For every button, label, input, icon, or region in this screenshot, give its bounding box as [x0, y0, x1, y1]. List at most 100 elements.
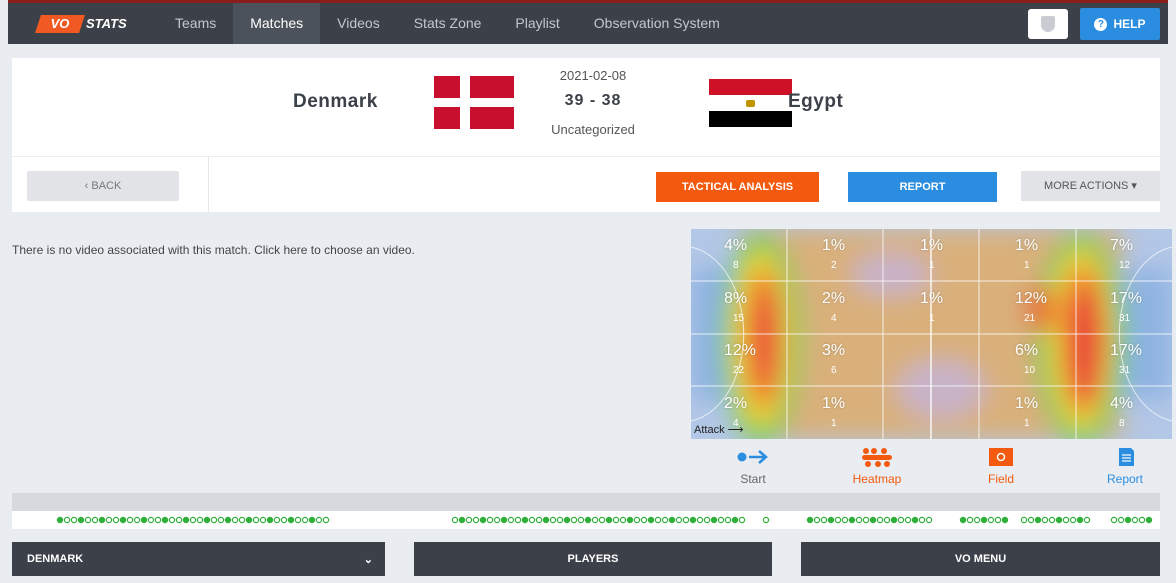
timeline-event-dot[interactable] — [738, 516, 746, 524]
timeline-event-dot[interactable] — [1055, 516, 1063, 524]
timeline-event-dot[interactable] — [521, 516, 529, 524]
report-tool[interactable]: Report — [1085, 447, 1165, 486]
timeline-event-dot[interactable] — [56, 516, 64, 524]
timeline-event-dot[interactable] — [465, 516, 473, 524]
timeline-event-dot[interactable] — [897, 516, 905, 524]
timeline-event-dot[interactable] — [252, 516, 260, 524]
start-tool[interactable]: Start — [713, 447, 793, 486]
timeline-event-dot[interactable] — [619, 516, 627, 524]
event-timeline[interactable] — [12, 511, 1160, 529]
timeline-event-dot[interactable] — [287, 516, 295, 524]
timeline-event-dot[interactable] — [556, 516, 564, 524]
nav-item-playlist[interactable]: Playlist — [498, 3, 576, 44]
timeline-event-dot[interactable] — [119, 516, 127, 524]
timeline-event-dot[interactable] — [1041, 516, 1049, 524]
timeline-event-dot[interactable] — [77, 516, 85, 524]
timeline-event-dot[interactable] — [70, 516, 78, 524]
timeline-event-dot[interactable] — [959, 516, 967, 524]
timeline-event-dot[interactable] — [189, 516, 197, 524]
timeline-event-dot[interactable] — [827, 516, 835, 524]
timeline-event-dot[interactable] — [855, 516, 863, 524]
timeline-event-dot[interactable] — [486, 516, 494, 524]
timeline-event-dot[interactable] — [1020, 516, 1028, 524]
timeline-event-dot[interactable] — [980, 516, 988, 524]
timeline-event-dot[interactable] — [675, 516, 683, 524]
timeline-event-dot[interactable] — [315, 516, 323, 524]
timeline-event-dot[interactable] — [63, 516, 71, 524]
timeline-event-dot[interactable] — [689, 516, 697, 524]
report-button[interactable]: REPORT — [848, 172, 997, 202]
team-select-dropdown[interactable]: DENMARK ⌄ — [12, 542, 385, 576]
timeline-event-dot[interactable] — [862, 516, 870, 524]
timeline-event-dot[interactable] — [731, 516, 739, 524]
timeline-event-dot[interactable] — [210, 516, 218, 524]
timeline-event-dot[interactable] — [273, 516, 281, 524]
timeline-event-dot[interactable] — [834, 516, 842, 524]
nav-item-observation-system[interactable]: Observation System — [577, 3, 737, 44]
timeline-event-dot[interactable] — [973, 516, 981, 524]
timeline-event-dot[interactable] — [112, 516, 120, 524]
timeline-event-dot[interactable] — [224, 516, 232, 524]
timeline-event-dot[interactable] — [472, 516, 480, 524]
timeline-event-dot[interactable] — [762, 516, 770, 524]
vo-menu-button[interactable]: VO MENU — [801, 542, 1160, 576]
timeline-event-dot[interactable] — [570, 516, 578, 524]
timeline-event-dot[interactable] — [1083, 516, 1091, 524]
timeline-event-dot[interactable] — [308, 516, 316, 524]
timeline-event-dot[interactable] — [966, 516, 974, 524]
timeline-event-dot[interactable] — [1138, 516, 1146, 524]
timeline-scrubber[interactable] — [12, 493, 1160, 511]
timeline-event-dot[interactable] — [238, 516, 246, 524]
timeline-event-dot[interactable] — [717, 516, 725, 524]
timeline-event-dot[interactable] — [883, 516, 891, 524]
timeline-event-dot[interactable] — [217, 516, 225, 524]
timeline-event-dot[interactable] — [147, 516, 155, 524]
timeline-event-dot[interactable] — [904, 516, 912, 524]
timeline-event-dot[interactable] — [724, 516, 732, 524]
tactical-analysis-button[interactable]: TACTICAL ANALYSIS — [656, 172, 819, 202]
timeline-event-dot[interactable] — [98, 516, 106, 524]
no-video-message[interactable]: There is no video associated with this m… — [12, 243, 415, 257]
heatmap-tool[interactable]: Heatmap — [837, 447, 917, 486]
timeline-event-dot[interactable] — [612, 516, 620, 524]
timeline-event-dot[interactable] — [710, 516, 718, 524]
timeline-event-dot[interactable] — [577, 516, 585, 524]
timeline-event-dot[interactable] — [1027, 516, 1035, 524]
more-actions-button[interactable]: MORE ACTIONS ▾ — [1021, 171, 1160, 201]
nav-item-teams[interactable]: Teams — [158, 3, 233, 44]
timeline-event-dot[interactable] — [820, 516, 828, 524]
timeline-event-dot[interactable] — [161, 516, 169, 524]
timeline-event-dot[interactable] — [918, 516, 926, 524]
timeline-event-dot[interactable] — [259, 516, 267, 524]
timeline-event-dot[interactable] — [994, 516, 1002, 524]
timeline-event-dot[interactable] — [91, 516, 99, 524]
timeline-event-dot[interactable] — [869, 516, 877, 524]
timeline-event-dot[interactable] — [451, 516, 459, 524]
timeline-event-dot[interactable] — [1048, 516, 1056, 524]
timeline-event-dot[interactable] — [301, 516, 309, 524]
timeline-event-dot[interactable] — [1131, 516, 1139, 524]
field-tool[interactable]: Field — [961, 447, 1041, 486]
timeline-event-dot[interactable] — [175, 516, 183, 524]
timeline-event-dot[interactable] — [514, 516, 522, 524]
timeline-event-dot[interactable] — [1110, 516, 1118, 524]
timeline-event-dot[interactable] — [654, 516, 662, 524]
timeline-event-dot[interactable] — [633, 516, 641, 524]
timeline-event-dot[interactable] — [876, 516, 884, 524]
timeline-event-dot[interactable] — [890, 516, 898, 524]
players-button[interactable]: PLAYERS — [414, 542, 772, 576]
timeline-event-dot[interactable] — [528, 516, 536, 524]
nav-item-matches[interactable]: Matches — [233, 3, 321, 44]
timeline-event-dot[interactable] — [196, 516, 204, 524]
timeline-event-dot[interactable] — [841, 516, 849, 524]
timeline-event-dot[interactable] — [626, 516, 634, 524]
timeline-event-dot[interactable] — [640, 516, 648, 524]
timeline-event-dot[interactable] — [696, 516, 704, 524]
timeline-event-dot[interactable] — [1145, 516, 1153, 524]
timeline-event-dot[interactable] — [647, 516, 655, 524]
timeline-event-dot[interactable] — [507, 516, 515, 524]
team-badge-button[interactable] — [1028, 9, 1068, 39]
timeline-event-dot[interactable] — [154, 516, 162, 524]
timeline-event-dot[interactable] — [535, 516, 543, 524]
timeline-event-dot[interactable] — [911, 516, 919, 524]
